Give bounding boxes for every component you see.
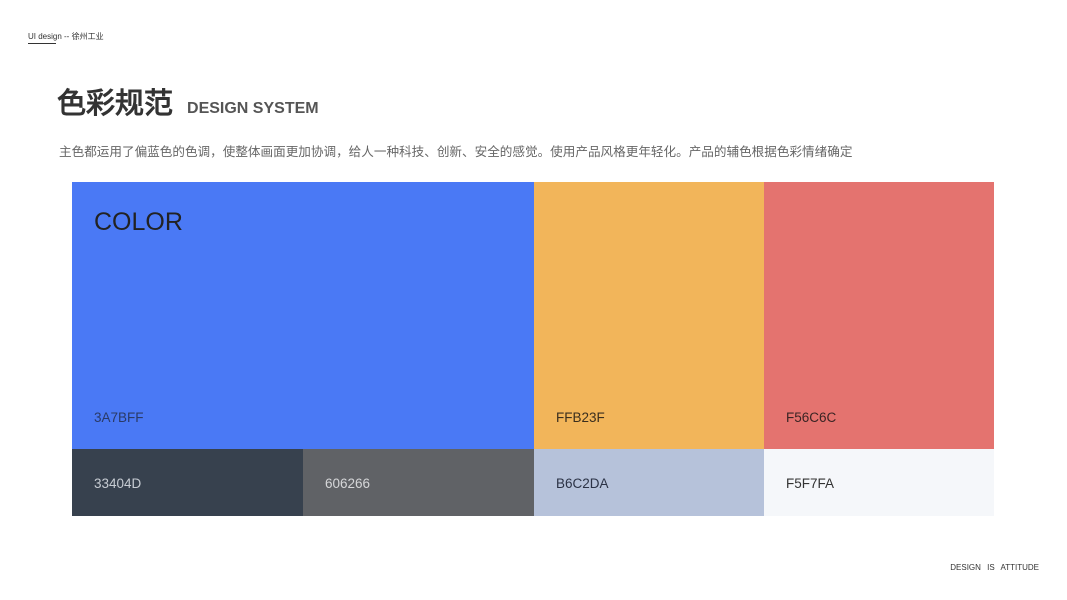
swatch-neutral-gray: 606266 [303,449,534,516]
brand-tag: UI design -- 徐州工业 [28,32,104,41]
swatch-neutral-white-code: F5F7FA [786,476,835,491]
swatch-neutral-lightblue-code: B6C2DA [556,476,609,491]
swatch-neutral-dark-code: 33404D [94,476,142,491]
swatch-neutral-gray-code: 606266 [325,476,371,491]
swatch-secondary-orange: FFB23F [534,182,764,449]
swatch-primary-code: 3A7BFF [94,410,144,425]
page-title-cn: 色彩规范 [57,86,174,120]
page-title: 色彩规范 DESIGN SYSTEM [57,80,319,122]
swatch-secondary-red-code: F56C6C [786,410,837,425]
footer-tagline: DESIGN IS ATTITUDE [950,563,1039,572]
description-text: 主色都运用了偏蓝色的色调，使整体画面更加协调，给人一种科技、创新、安全的感觉。使… [59,144,853,159]
page-title-en: DESIGN SYSTEM [187,100,319,117]
swatch-secondary-orange-code: FFB23F [556,410,605,425]
swatch-neutral-dark: 33404D [72,449,303,516]
color-title: COLOR [94,208,183,236]
swatch-primary: COLOR 3A7BFF [72,182,534,449]
color-palette: COLOR 3A7BFF FFB23F F56C6C 33404D 606266… [72,182,994,516]
swatch-neutral-lightblue: B6C2DA [534,449,764,516]
brand-underline [28,43,56,44]
swatch-secondary-red: F56C6C [764,182,994,449]
swatch-neutral-white: F5F7FA [764,449,994,516]
